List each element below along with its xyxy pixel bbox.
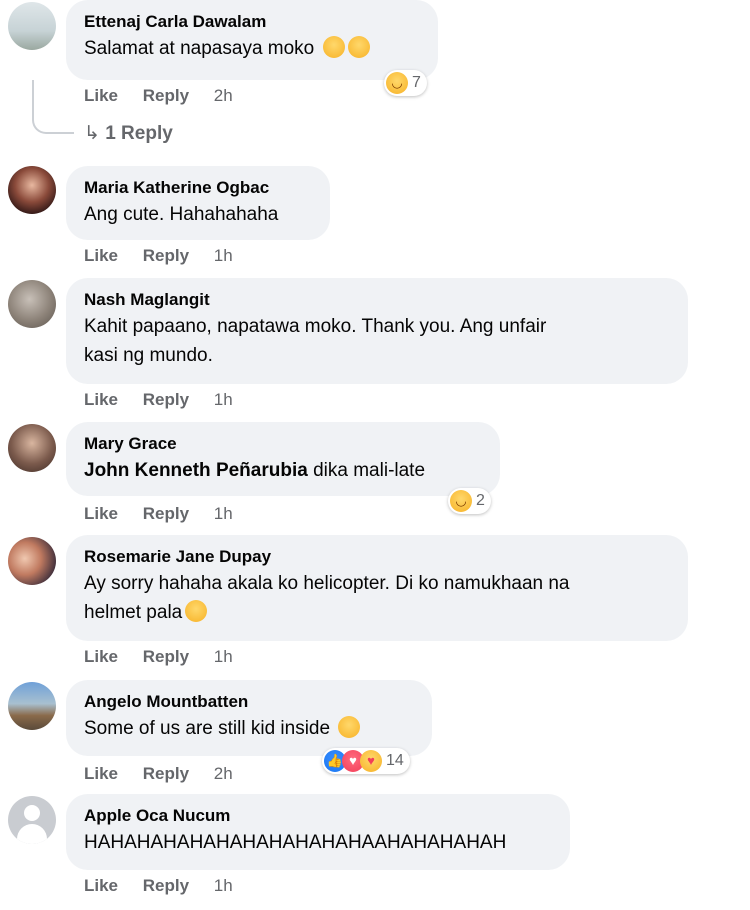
reaction-summary[interactable]: 👍 ♥ ♥ 14 (322, 748, 410, 774)
view-replies-link[interactable]: ↳ 1 Reply (84, 122, 173, 145)
crying-laughing-icon (322, 36, 345, 58)
comment-text-line: helmet pala (84, 598, 670, 627)
comment-actions: Like Reply 1h (84, 876, 253, 896)
haha-reaction-icon: ◡ (386, 72, 408, 94)
reply-button[interactable]: Reply (143, 390, 189, 409)
reaction-summary[interactable]: ◡ 7 (384, 70, 427, 96)
comment-text: Ang cute. Hahahahaha (84, 204, 279, 225)
comment-text-body: Some of us are still kid inside (84, 718, 331, 739)
comment-text-body: dika mali-late (313, 460, 426, 481)
comment-text: Salamat at napasaya moko (84, 34, 420, 63)
reply-arrow-icon: ↳ (84, 123, 100, 144)
avatar[interactable] (8, 424, 56, 472)
avatar[interactable] (8, 537, 56, 585)
reaction-count: 14 (386, 752, 404, 769)
like-button[interactable]: Like (84, 390, 118, 409)
comment-timestamp[interactable]: 1h (214, 246, 233, 265)
like-button[interactable]: Like (84, 504, 118, 523)
comment-bubble: Apple Oca Nucum HAHAHAHAHAHAHAHAHAHAHAAH… (66, 794, 570, 870)
comment-item: Apple Oca Nucum HAHAHAHAHAHAHAHAHAHAHAAH… (0, 794, 750, 910)
haha-reaction-icon: ◡ (450, 490, 472, 512)
reply-button[interactable]: Reply (143, 246, 189, 265)
comment-author[interactable]: Apple Oca Nucum (84, 806, 552, 826)
comment-bubble: Mary Grace John Kenneth Peñarubia dika m… (66, 422, 500, 496)
comment-timestamp[interactable]: 2h (214, 764, 233, 783)
comment-timestamp[interactable]: 1h (214, 390, 233, 409)
reaction-summary[interactable]: ◡ 2 (448, 488, 491, 514)
comment-author[interactable]: Ettenaj Carla Dawalam (84, 12, 420, 32)
comment-author[interactable]: Maria Katherine Ogbac (84, 178, 312, 198)
smiling-face-icon (338, 716, 361, 738)
reply-button[interactable]: Reply (143, 504, 189, 523)
reply-button[interactable]: Reply (143, 86, 189, 105)
comment-text-line: Kahit papaano, napatawa moko. Thank you.… (84, 316, 547, 337)
comment-bubble: Maria Katherine Ogbac Ang cute. Hahahaha… (66, 166, 330, 240)
comment-timestamp[interactable]: 1h (214, 876, 233, 895)
comment-bubble: Rosemarie Jane Dupay Ay sorry hahaha aka… (66, 535, 688, 641)
comment-actions: Like Reply 1h (84, 647, 253, 667)
comment-author[interactable]: Mary Grace (84, 434, 482, 454)
comment-text-body: Salamat at napasaya moko (84, 38, 315, 59)
comment-timestamp[interactable]: 2h (214, 86, 233, 105)
avatar[interactable] (8, 682, 56, 730)
mention-link[interactable]: John Kenneth Peñarubia (84, 460, 308, 481)
comment-item: Angelo Mountbatten Some of us are still … (0, 680, 750, 790)
comment-item: Rosemarie Jane Dupay Ay sorry hahaha aka… (0, 535, 750, 675)
comment-author[interactable]: Nash Maglangit (84, 290, 670, 310)
comment-text-body: helmet pala (84, 602, 183, 623)
reply-button[interactable]: Reply (143, 764, 189, 783)
reaction-count: 2 (476, 492, 485, 509)
comment-item: Mary Grace John Kenneth Peñarubia dika m… (0, 422, 750, 532)
comment-text: HAHAHAHAHAHAHAHAHAHAHAAHAHAHAHAH (84, 832, 507, 853)
comment-text: Ay sorry hahaha akala ko helicopter. Di … (84, 569, 670, 627)
comment-bubble: Nash Maglangit Kahit papaano, napatawa m… (66, 278, 688, 384)
rolling-laughing-icon (185, 600, 208, 622)
comment-timestamp[interactable]: 1h (214, 647, 233, 666)
comment-actions: Like Reply 1h (84, 504, 253, 524)
comment-item: Ettenaj Carla Dawalam Salamat at napasay… (0, 0, 750, 150)
comment-text: John Kenneth Peñarubia dika mali-late (84, 456, 482, 485)
comment-text: Kahit papaano, napatawa moko. Thank you.… (84, 312, 670, 370)
comment-bubble: Ettenaj Carla Dawalam Salamat at napasay… (66, 0, 438, 80)
like-button[interactable]: Like (84, 647, 118, 666)
comment-text-line: Ay sorry hahaha akala ko helicopter. Di … (84, 573, 570, 594)
comment-actions: Like Reply 1h (84, 246, 253, 266)
like-button[interactable]: Like (84, 86, 118, 105)
reply-button[interactable]: Reply (143, 647, 189, 666)
reaction-count: 7 (412, 74, 421, 91)
comment-actions: Like Reply 2h (84, 764, 253, 784)
comment-timestamp[interactable]: 1h (214, 504, 233, 523)
comment-bubble: Angelo Mountbatten Some of us are still … (66, 680, 432, 756)
avatar[interactable] (8, 2, 56, 50)
crying-laughing-icon (347, 36, 370, 58)
like-button[interactable]: Like (84, 876, 118, 895)
thread-connector (32, 80, 74, 134)
comment-author[interactable]: Angelo Mountbatten (84, 692, 414, 712)
comment-actions: Like Reply 2h (84, 86, 253, 106)
avatar[interactable] (8, 280, 56, 328)
avatar[interactable] (8, 166, 56, 214)
care-reaction-icon: ♥ (360, 750, 382, 772)
comment-item: Nash Maglangit Kahit papaano, napatawa m… (0, 278, 750, 418)
comment-actions: Like Reply 1h (84, 390, 253, 410)
avatar[interactable] (8, 796, 56, 844)
like-button[interactable]: Like (84, 246, 118, 265)
comment-author[interactable]: Rosemarie Jane Dupay (84, 547, 670, 567)
like-button[interactable]: Like (84, 764, 118, 783)
comment-text-line: kasi ng mundo. (84, 345, 213, 366)
reply-button[interactable]: Reply (143, 876, 189, 895)
comment-item: Maria Katherine Ogbac Ang cute. Hahahaha… (0, 166, 750, 276)
default-avatar-icon (24, 805, 40, 821)
view-replies-label: 1 Reply (105, 123, 173, 144)
comment-text: Some of us are still kid inside (84, 714, 414, 743)
